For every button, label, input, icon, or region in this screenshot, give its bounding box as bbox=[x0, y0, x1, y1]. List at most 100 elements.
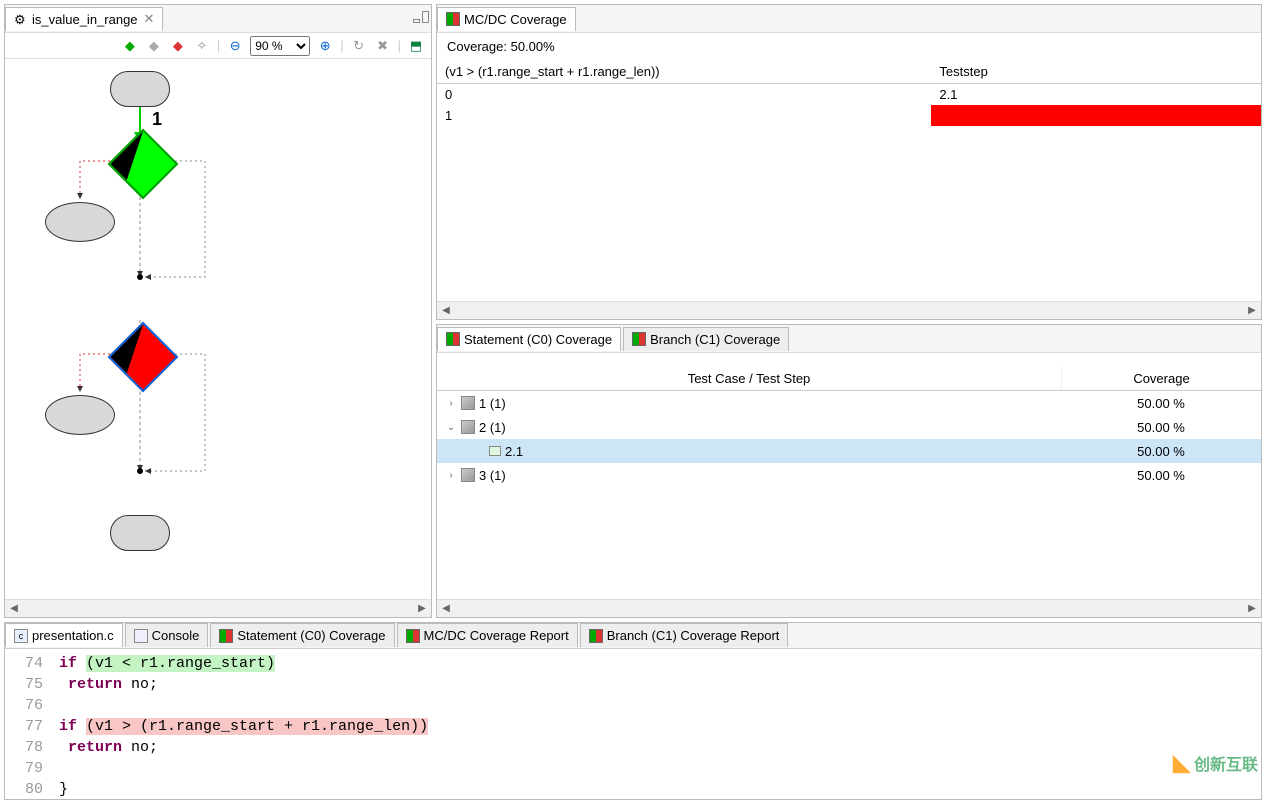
tab-c0-label: Statement (C0) Coverage bbox=[464, 332, 612, 347]
tab-mcdc[interactable]: MC/DC Coverage bbox=[437, 7, 576, 31]
tab-c0-report-label: Statement (C0) Coverage bbox=[237, 628, 385, 643]
restore-icon[interactable] bbox=[422, 11, 429, 23]
tab-mcdc-report[interactable]: MC/DC Coverage Report bbox=[397, 623, 578, 647]
flow-titlebar: ⚙ is_value_in_range ✕ bbox=[5, 5, 431, 33]
export-icon[interactable]: ⬒ bbox=[407, 37, 425, 55]
tab-c1-report-label: Branch (C1) Coverage Report bbox=[607, 628, 780, 643]
mcdc-row[interactable]: 02.1 bbox=[437, 84, 1261, 106]
row-label: 2 (1) bbox=[479, 420, 506, 435]
cov-tree[interactable]: › 1 (1) 50.00 % ⌄ 2 (1) 50.00 % 2.1 50.00 % › 3 (… bbox=[437, 391, 1261, 487]
testcase-icon bbox=[461, 420, 475, 434]
row-coverage: 50.00 % bbox=[1061, 444, 1261, 459]
mcdc-row[interactable]: 1 bbox=[437, 105, 1261, 126]
code-editor[interactable]: 74if (v1 < r1.range_start)75 return no;7… bbox=[5, 649, 1261, 804]
decision-2[interactable] bbox=[108, 322, 179, 393]
flow-canvas[interactable]: 1 bbox=[5, 59, 431, 599]
mcdc-pane: MC/DC Coverage Coverage: 50.00% (v1 > (r… bbox=[436, 4, 1262, 320]
row-label: 3 (1) bbox=[479, 468, 506, 483]
collapse-icon[interactable]: ⌄ bbox=[445, 421, 457, 433]
mcdc-scrollbar[interactable]: ◀ ▶ bbox=[437, 301, 1261, 319]
expand-icon[interactable]: › bbox=[445, 397, 457, 409]
row-coverage: 50.00 % bbox=[1061, 420, 1261, 435]
tab-flow[interactable]: ⚙ is_value_in_range ✕ bbox=[5, 7, 163, 31]
col-coverage: Coverage bbox=[1061, 367, 1261, 390]
console-icon bbox=[134, 629, 148, 643]
col-testcase: Test Case / Test Step bbox=[437, 367, 1061, 390]
tab-mcdc-label: MC/DC Coverage bbox=[464, 12, 567, 27]
zoom-out-icon[interactable]: ⊖ bbox=[226, 37, 244, 55]
cov-tree-header: Test Case / Test Step Coverage bbox=[437, 367, 1261, 391]
code-line: 75 return no; bbox=[13, 674, 1253, 695]
scroll-left-icon[interactable]: ◀ bbox=[437, 302, 455, 320]
tab-c0-report[interactable]: Statement (C0) Coverage bbox=[210, 623, 394, 647]
scroll-right-icon[interactable]: ▶ bbox=[1243, 600, 1261, 618]
tab-c1-label: Branch (C1) Coverage bbox=[650, 332, 780, 347]
tab-c1-report[interactable]: Branch (C1) Coverage Report bbox=[580, 623, 789, 647]
cond-header: (v1 > (r1.range_start + r1.range_len)) bbox=[437, 60, 931, 84]
redo-icon[interactable]: ↻ bbox=[350, 37, 368, 55]
coverage-icon bbox=[219, 629, 233, 643]
tab-file[interactable]: c presentation.c bbox=[5, 623, 123, 647]
coverage-icon bbox=[406, 629, 420, 643]
code-line: 78 return no; bbox=[13, 737, 1253, 758]
cov-row[interactable]: › 1 (1) 50.00 % bbox=[437, 391, 1261, 415]
mcdc-table: (v1 > (r1.range_start + r1.range_len)) T… bbox=[437, 60, 1261, 126]
logo-icon: ◣ bbox=[1173, 750, 1190, 776]
row-coverage: 50.00 % bbox=[1061, 468, 1261, 483]
code-line: 79 bbox=[13, 758, 1253, 779]
testcase-icon bbox=[461, 468, 475, 482]
code-pane: c presentation.c Console Statement (C0) … bbox=[4, 622, 1262, 800]
delete-icon[interactable]: ✖ bbox=[374, 37, 392, 55]
cov-pane: Statement (C0) Coverage Branch (C1) Cove… bbox=[436, 324, 1262, 618]
tab-console-label: Console bbox=[152, 628, 200, 643]
cov-scrollbar[interactable]: ◀ ▶ bbox=[437, 599, 1261, 617]
scroll-left-icon[interactable]: ◀ bbox=[5, 600, 23, 618]
start-node[interactable] bbox=[110, 71, 170, 107]
tab-console[interactable]: Console bbox=[125, 623, 209, 647]
code-line: 77if (v1 > (r1.range_start + r1.range_le… bbox=[13, 716, 1253, 737]
expand-icon[interactable]: › bbox=[445, 469, 457, 481]
bottom-tabs: c presentation.c Console Statement (C0) … bbox=[5, 623, 1261, 649]
window-controls bbox=[413, 11, 429, 27]
process-1[interactable] bbox=[45, 202, 115, 242]
node-add-icon[interactable]: ✧ bbox=[193, 37, 211, 55]
code-line: 80} bbox=[13, 779, 1253, 800]
code-line: 76 bbox=[13, 695, 1253, 716]
node-green-icon[interactable]: ◆ bbox=[121, 37, 139, 55]
row-label: 1 (1) bbox=[479, 396, 506, 411]
mcdc-titlebar: MC/DC Coverage bbox=[437, 5, 1261, 33]
zoom-select[interactable]: 90 % bbox=[250, 36, 310, 56]
end-node[interactable] bbox=[110, 515, 170, 551]
code-line: 74if (v1 < r1.range_start) bbox=[13, 653, 1253, 674]
tab-c1[interactable]: Branch (C1) Coverage bbox=[623, 327, 789, 351]
c-file-icon: c bbox=[14, 629, 28, 643]
zoom-in-icon[interactable]: ⊕ bbox=[316, 37, 334, 55]
teststep-icon bbox=[489, 446, 501, 456]
tab-file-label: presentation.c bbox=[32, 628, 114, 643]
scroll-right-icon[interactable]: ▶ bbox=[1243, 302, 1261, 320]
scroll-left-icon[interactable]: ◀ bbox=[437, 600, 455, 618]
watermark-text: 创新互联 bbox=[1194, 751, 1258, 775]
scroll-right-icon[interactable]: ▶ bbox=[413, 600, 431, 618]
node-gray-icon[interactable]: ◆ bbox=[145, 37, 163, 55]
tab-c0[interactable]: Statement (C0) Coverage bbox=[437, 327, 621, 351]
minimize-icon[interactable] bbox=[413, 19, 420, 23]
edge-label: 1 bbox=[152, 109, 162, 130]
row-coverage: 50.00 % bbox=[1061, 396, 1261, 411]
node-red-icon[interactable]: ◆ bbox=[169, 37, 187, 55]
close-icon[interactable]: ✕ bbox=[144, 11, 155, 27]
coverage-icon bbox=[446, 332, 460, 346]
leaf-icon bbox=[473, 445, 485, 457]
watermark: ◣ 创新互联 bbox=[1173, 750, 1258, 776]
cov-row[interactable]: › 3 (1) 50.00 % bbox=[437, 463, 1261, 487]
tab-flow-label: is_value_in_range bbox=[32, 12, 138, 27]
testcase-icon bbox=[461, 396, 475, 410]
coverage-icon bbox=[446, 12, 460, 26]
h-scrollbar[interactable]: ◀ ▶ bbox=[5, 599, 431, 617]
row-label: 2.1 bbox=[505, 444, 523, 459]
coverage-icon bbox=[632, 332, 646, 346]
process-2[interactable] bbox=[45, 395, 115, 435]
cov-row[interactable]: ⌄ 2 (1) 50.00 % bbox=[437, 415, 1261, 439]
cov-row[interactable]: 2.1 50.00 % bbox=[437, 439, 1261, 463]
decision-1[interactable] bbox=[108, 129, 179, 200]
